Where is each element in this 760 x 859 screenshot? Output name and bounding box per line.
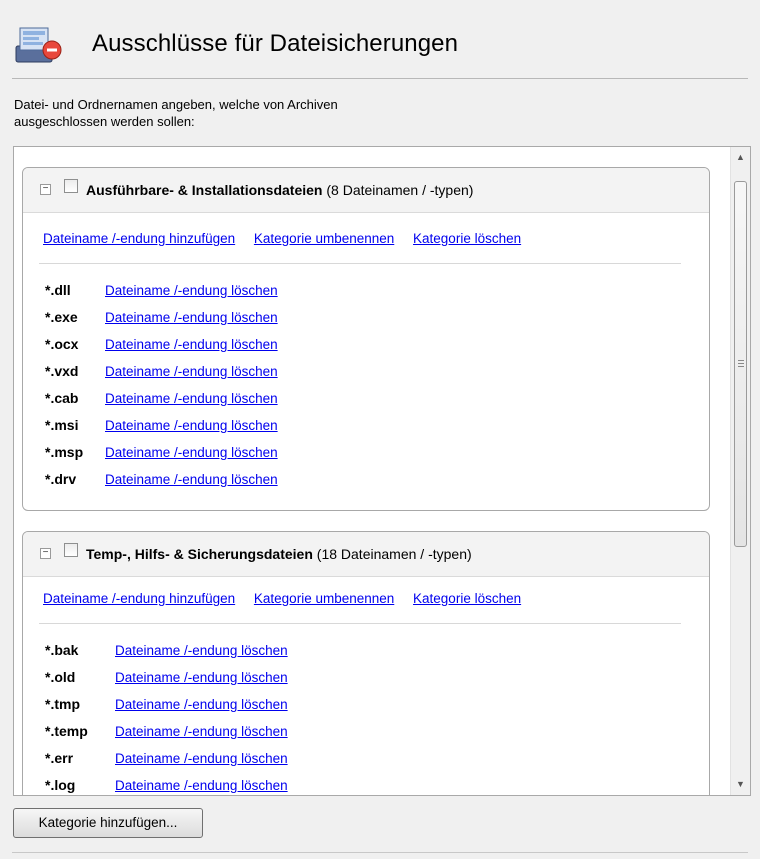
file-pattern: *.msp	[45, 444, 84, 460]
vertical-scrollbar[interactable]: ▲ ▼	[730, 147, 750, 795]
file-pattern: *.temp	[45, 723, 88, 739]
page-title: Ausschlüsse für Dateisicherungen	[92, 30, 459, 57]
header-divider	[12, 78, 748, 79]
category-count: (8 Dateinamen / -typen)	[326, 182, 474, 198]
category-divider	[39, 263, 681, 264]
category-card: − Ausführbare- & Installationsdateien (8…	[22, 167, 710, 511]
file-pattern: *.msi	[45, 417, 79, 433]
list-item: *.msi Dateiname /-endung löschen	[45, 417, 293, 444]
delete-filename-link[interactable]: Dateiname /-endung löschen	[115, 697, 288, 712]
rename-category-link[interactable]: Kategorie umbenennen	[254, 591, 394, 606]
delete-filename-link[interactable]: Dateiname /-endung löschen	[105, 364, 278, 379]
backup-exclusion-icon	[15, 27, 62, 63]
exclusion-list: *.bak Dateiname /-endung löschen *.old Dat…	[45, 642, 303, 795]
category-name: Ausführbare- & Installationsdateien	[86, 182, 323, 198]
delete-filename-link[interactable]: Dateiname /-endung löschen	[115, 778, 288, 793]
description-line-2: ausgeschlossen werden sollen:	[14, 114, 195, 129]
exclusions-list-content: − Ausführbare- & Installationsdateien (8…	[14, 147, 728, 795]
collapse-toggle-icon[interactable]: −	[40, 184, 51, 195]
delete-filename-link[interactable]: Dateiname /-endung löschen	[105, 310, 278, 325]
list-item: *.drv Dateiname /-endung löschen	[45, 471, 293, 498]
delete-filename-link[interactable]: Dateiname /-endung löschen	[115, 643, 288, 658]
file-pattern: *.vxd	[45, 363, 79, 379]
exclusions-list-panel[interactable]: − Ausführbare- & Installationsdateien (8…	[13, 146, 751, 796]
grip-line	[738, 363, 744, 364]
category-checkbox[interactable]	[64, 543, 78, 557]
category-title: Temp-, Hilfs- & Sicherungsdateien (18 Da…	[86, 546, 472, 562]
list-item: *.ocx Dateiname /-endung löschen	[45, 336, 293, 363]
list-item: *.bak Dateiname /-endung löschen	[45, 642, 303, 669]
description: Datei- und Ordnernamen angeben, welche v…	[14, 96, 614, 130]
category-actions: Dateiname /-endung hinzufügen Kategorie …	[43, 591, 536, 606]
exclusion-list: *.dll Dateiname /-endung löschen *.exe Dat…	[45, 282, 293, 498]
delete-filename-link[interactable]: Dateiname /-endung löschen	[105, 418, 278, 433]
delete-filename-link[interactable]: Dateiname /-endung löschen	[115, 724, 288, 739]
grip-line	[738, 360, 744, 361]
collapse-toggle-icon[interactable]: −	[40, 548, 51, 559]
category-header: − Temp-, Hilfs- & Sicherungsdateien (18 …	[23, 532, 709, 577]
file-pattern: *.dll	[45, 282, 71, 298]
list-item: *.dll Dateiname /-endung löschen	[45, 282, 293, 309]
scroll-up-arrow-icon[interactable]: ▲	[731, 149, 750, 166]
category-actions: Dateiname /-endung hinzufügen Kategorie …	[43, 231, 536, 246]
grip-line	[738, 366, 744, 367]
list-item: *.cab Dateiname /-endung löschen	[45, 390, 293, 417]
file-pattern: *.ocx	[45, 336, 79, 352]
list-item: *.old Dateiname /-endung löschen	[45, 669, 303, 696]
add-filename-link[interactable]: Dateiname /-endung hinzufügen	[43, 591, 235, 606]
list-item: *.exe Dateiname /-endung löschen	[45, 309, 293, 336]
delete-category-link[interactable]: Kategorie löschen	[413, 231, 521, 246]
delete-category-link[interactable]: Kategorie löschen	[413, 591, 521, 606]
category-name: Temp-, Hilfs- & Sicherungsdateien	[86, 546, 313, 562]
category-header: − Ausführbare- & Installationsdateien (8…	[23, 168, 709, 213]
delete-filename-link[interactable]: Dateiname /-endung löschen	[115, 751, 288, 766]
description-line-1: Datei- und Ordnernamen angeben, welche v…	[14, 97, 338, 112]
delete-filename-link[interactable]: Dateiname /-endung löschen	[105, 391, 278, 406]
scroll-down-arrow-icon[interactable]: ▼	[731, 776, 750, 793]
file-pattern: *.tmp	[45, 696, 80, 712]
delete-filename-link[interactable]: Dateiname /-endung löschen	[105, 445, 278, 460]
category-card: − Temp-, Hilfs- & Sicherungsdateien (18 …	[22, 531, 710, 795]
file-pattern: *.exe	[45, 309, 78, 325]
header: Ausschlüsse für Dateisicherungen	[0, 0, 760, 80]
list-item: *.temp Dateiname /-endung löschen	[45, 723, 303, 750]
file-pattern: *.err	[45, 750, 74, 766]
category-title: Ausführbare- & Installationsdateien (8 D…	[86, 182, 473, 198]
list-item: *.vxd Dateiname /-endung löschen	[45, 363, 293, 390]
add-filename-link[interactable]: Dateiname /-endung hinzufügen	[43, 231, 235, 246]
list-item: *.err Dateiname /-endung löschen	[45, 750, 303, 777]
rename-category-link[interactable]: Kategorie umbenennen	[254, 231, 394, 246]
delete-filename-link[interactable]: Dateiname /-endung löschen	[105, 337, 278, 352]
list-item: *.log Dateiname /-endung löschen	[45, 777, 303, 795]
file-pattern: *.old	[45, 669, 76, 685]
delete-filename-link[interactable]: Dateiname /-endung löschen	[105, 283, 278, 298]
category-divider	[39, 623, 681, 624]
file-pattern: *.drv	[45, 471, 77, 487]
file-pattern: *.bak	[45, 642, 79, 658]
footer-divider	[12, 852, 748, 853]
list-item: *.tmp Dateiname /-endung löschen	[45, 696, 303, 723]
file-pattern: *.log	[45, 777, 76, 793]
add-category-button[interactable]: Kategorie hinzufügen...	[13, 808, 203, 838]
list-item: *.msp Dateiname /-endung löschen	[45, 444, 293, 471]
delete-filename-link[interactable]: Dateiname /-endung löschen	[105, 472, 278, 487]
file-pattern: *.cab	[45, 390, 79, 406]
category-checkbox[interactable]	[64, 179, 78, 193]
delete-filename-link[interactable]: Dateiname /-endung löschen	[115, 670, 288, 685]
scrollbar-thumb[interactable]	[734, 181, 747, 547]
category-count: (18 Dateinamen / -typen)	[316, 546, 472, 562]
